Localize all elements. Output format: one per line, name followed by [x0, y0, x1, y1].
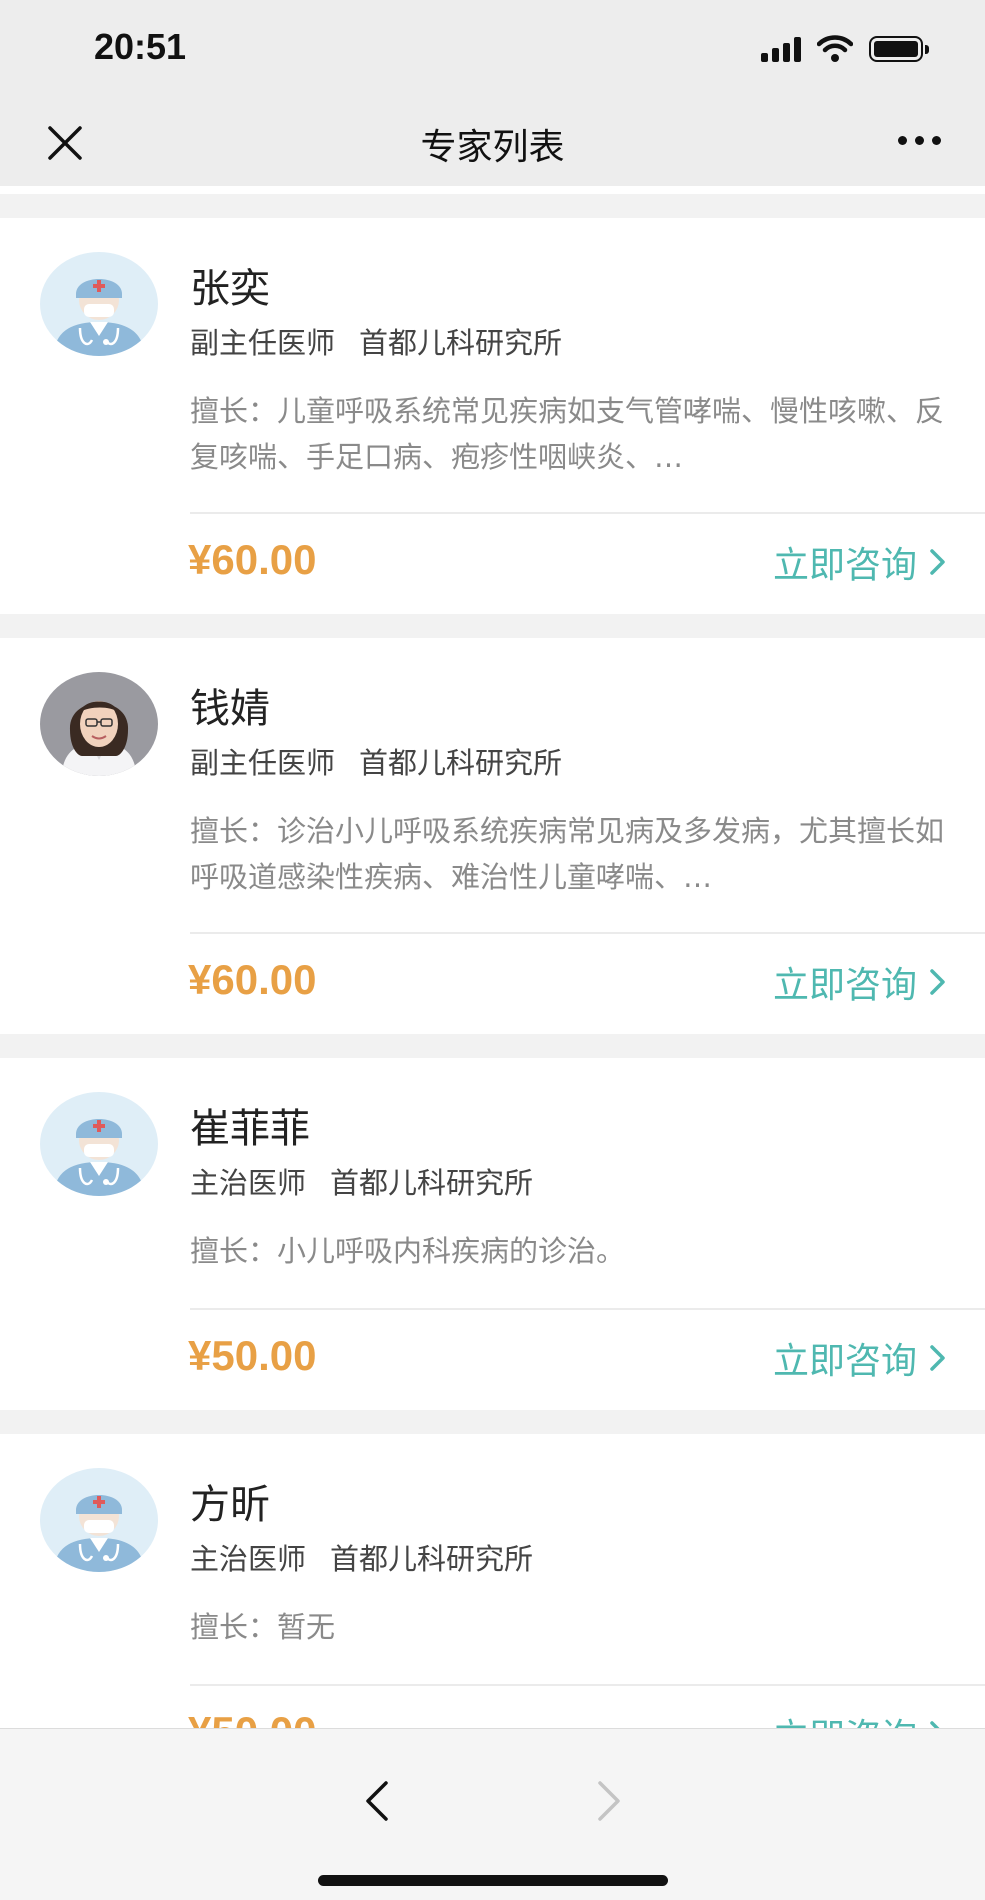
doctor-specialty: 擅长：诊治小儿呼吸系统疾病常见病及多发病，尤其擅长如呼吸道感染性疾病、难治性儿童…	[190, 814, 945, 894]
consult-price: ¥50.00	[188, 1708, 316, 1728]
battery-icon	[869, 36, 929, 62]
consult-label: 立即咨询	[772, 965, 917, 1006]
doctor-photo-avatar	[40, 672, 158, 776]
consult-button[interactable]: 立即咨询	[773, 1332, 949, 1384]
doctor-name: 张奕	[190, 266, 270, 312]
back-arrow-icon[interactable]	[362, 1779, 392, 1823]
divider	[190, 512, 985, 514]
status-time: 20:51	[94, 26, 187, 67]
doctor-specialty: 擅长：暂无	[190, 1610, 336, 1644]
doctor-title-line: 副主任医师 首都儿科研究所	[190, 320, 562, 362]
consult-button[interactable]: 立即咨询	[773, 536, 949, 588]
consult-price: ¥60.00	[188, 956, 317, 1003]
doctor-title-line: 副主任医师 首都儿科研究所	[190, 740, 562, 782]
consult-button[interactable]: 立即咨询	[773, 1708, 949, 1728]
doctor-title: 副主任医师	[190, 326, 336, 360]
doctor-card[interactable]: 张奕 副主任医师 首都儿科研究所 擅长：儿童呼吸系统常见疾病如支气管哮喘、慢性咳嗽…	[0, 218, 985, 614]
consult-button[interactable]: 立即咨询	[773, 956, 949, 1008]
doctor-card[interactable]: 钱婧 副主任医师 首都儿科研究所 擅长：诊治小儿呼吸系统疾病常见病及多发病，尤其擅…	[0, 638, 985, 1034]
doctor-title-line: 主治医师 首都儿科研究所	[190, 1160, 533, 1202]
doctor-hospital: 首都儿科研究所	[359, 326, 563, 360]
doctor-name: 方昕	[190, 1482, 270, 1528]
bottom-toolbar	[0, 1728, 985, 1900]
cellular-signal-icon	[761, 36, 801, 62]
doctor-card[interactable]: 方昕 主治医师首都儿科研究所 擅长：暂无 ¥50.00 立即咨询	[0, 1434, 985, 1728]
consult-price: ¥60.00	[188, 536, 317, 583]
consult-label: 立即咨询	[773, 1708, 917, 1728]
status-icons	[761, 34, 929, 64]
consult-label: 立即咨询	[772, 545, 917, 586]
forward-arrow-icon	[598, 1781, 620, 1821]
doctor-card[interactable]: 崔菲菲 主治医师 首都儿科研究所 擅长：小儿呼吸内科疾病的诊治。 ¥50.00 立…	[0, 1058, 985, 1410]
doctor-title: 主治医师	[190, 1542, 307, 1576]
chevron-right-icon	[930, 969, 945, 995]
doctor-hospital: 首都儿科研究所	[330, 1166, 534, 1200]
consult-price: ¥50.00	[188, 1332, 317, 1379]
more-options-icon[interactable]	[898, 136, 941, 145]
consult-label: 立即咨询	[772, 1341, 917, 1382]
doctor-list: 张奕 副主任医师 首都儿科研究所 擅长：儿童呼吸系统常见疾病如支气管哮喘、慢性咳嗽…	[0, 186, 985, 1728]
page-title: 专家列表	[420, 127, 565, 168]
default-doctor-avatar-icon	[40, 252, 158, 356]
chevron-right-icon	[930, 1721, 940, 1728]
nav-bar: 专家列表	[0, 100, 985, 186]
doctor-hospital: 首都儿科研究所	[359, 746, 563, 780]
chevron-right-icon	[930, 549, 945, 575]
doctor-name: 崔菲菲	[190, 1106, 310, 1152]
chevron-right-icon	[930, 1345, 945, 1371]
doctor-title: 副主任医师	[190, 746, 336, 780]
wifi-icon	[817, 35, 853, 62]
doctor-name: 钱婧	[190, 686, 270, 732]
status-bar: 20:51	[0, 0, 985, 100]
doctor-title: 主治医师	[190, 1166, 307, 1200]
default-doctor-avatar-icon	[40, 1468, 158, 1572]
divider	[190, 1684, 985, 1686]
divider	[190, 1308, 985, 1310]
doctor-specialty: 擅长：儿童呼吸系统常见疾病如支气管哮喘、慢性咳嗽、反复咳喘、手足口病、疱疹性咽峡…	[190, 394, 945, 474]
doctor-hospital: 首都儿科研究所	[330, 1542, 534, 1576]
home-indicator	[318, 1875, 668, 1886]
default-doctor-avatar-icon	[40, 1092, 158, 1196]
doctor-title-line: 主治医师 首都儿科研究所	[190, 1536, 533, 1578]
divider	[190, 932, 985, 934]
top-strip	[0, 186, 985, 194]
doctor-specialty: 擅长：小儿呼吸内科疾病的诊治。	[190, 1234, 626, 1268]
